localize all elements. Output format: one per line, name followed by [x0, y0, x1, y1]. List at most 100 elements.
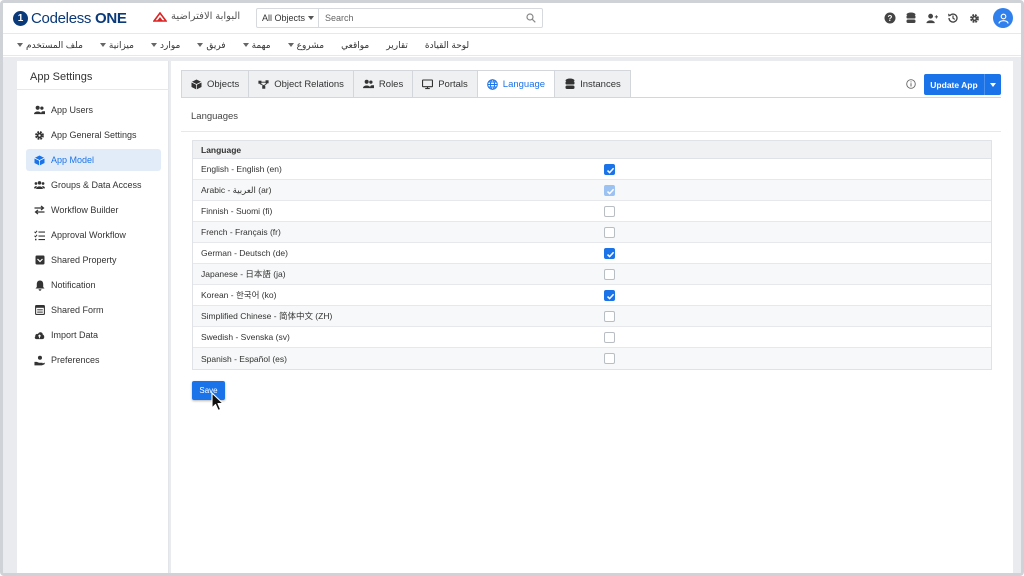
language-name: Arabic - العربية (ar) — [201, 184, 272, 195]
cube-icon — [34, 155, 45, 166]
language-checkbox[interactable] — [604, 290, 615, 301]
sidebar-item-app-general-settings[interactable]: App General Settings — [26, 124, 161, 146]
nav-item[interactable]: ملف المستخدم — [17, 40, 83, 51]
language-checkbox[interactable] — [604, 332, 615, 343]
tab-instances[interactable]: Instances — [554, 70, 631, 98]
app-window: 1 Codeless ONE البوابة الافتراضية All Ob… — [0, 0, 1024, 576]
global-search: All Objects — [256, 8, 543, 28]
sidebar-item-app-users[interactable]: App Users — [26, 99, 161, 121]
sidebar-item-workflow-builder[interactable]: Workflow Builder — [26, 199, 161, 221]
nav-item[interactable]: موارد — [150, 40, 180, 51]
gear-icon — [34, 130, 45, 141]
update-app-button: Update App — [924, 74, 1001, 95]
language-name: Spanish - Español (es) — [201, 353, 287, 364]
nav-item-label: تقارير — [386, 39, 408, 50]
nav-item[interactable]: مهمة — [242, 39, 271, 51]
language-name: German - Deutsch (de) — [201, 248, 288, 258]
nav-item[interactable]: مشروع — [287, 40, 324, 51]
update-app-main[interactable]: Update App — [924, 74, 985, 95]
tab-objects[interactable]: Objects — [181, 70, 249, 98]
language-checkbox[interactable] — [604, 164, 615, 175]
nav-item[interactable]: مواقعي — [341, 40, 369, 51]
history-icon[interactable] — [947, 12, 959, 24]
arrows-icon — [34, 205, 45, 216]
language-name: Simplified Chinese - 简体中文 (ZH) — [201, 311, 333, 321]
cube-icon — [191, 79, 202, 90]
sidebar-title: App Settings — [30, 71, 93, 83]
tab-language[interactable]: Language — [476, 70, 555, 98]
language-checkbox[interactable] — [604, 353, 615, 364]
tab-label: Roles — [378, 78, 404, 90]
sidebar-item-groups-data-access[interactable]: Groups & Data Access — [26, 174, 161, 196]
sidebar-item-import-data[interactable]: Import Data — [26, 324, 161, 346]
table-row: Simplified Chinese - 简体中文 (ZH) — [193, 306, 991, 327]
language-checkbox[interactable] — [604, 248, 615, 259]
logo-text: Codeless ONE — [31, 10, 127, 27]
svg-text:?: ? — [888, 14, 893, 23]
table-row: Spanish - Español (es) — [193, 348, 991, 369]
logo-text-main: Codeless — [31, 10, 92, 27]
app-logo[interactable]: 1 Codeless ONE — [13, 10, 127, 27]
language-checkbox[interactable] — [604, 311, 615, 322]
nav-item-label: مهمة — [251, 39, 271, 50]
language-checkbox[interactable] — [604, 269, 615, 280]
model-tabs: Objects Object Relations Roles Portals Langu… — [181, 70, 631, 98]
bell-icon — [34, 280, 45, 291]
tab-object-relations[interactable]: Object Relations — [248, 70, 353, 98]
help-icon[interactable]: ? — [884, 12, 896, 24]
chevron-down-icon — [242, 43, 249, 47]
portal-logo-icon — [153, 11, 167, 22]
tab-roles[interactable]: Roles — [352, 70, 413, 98]
nav-item[interactable]: تقارير — [386, 40, 408, 51]
table-row: Korean - 한국어 (ko) — [193, 285, 991, 306]
sidebar-item-preferences[interactable]: Preferences — [26, 349, 161, 371]
monitor-icon — [422, 78, 434, 90]
check-icon — [606, 188, 615, 195]
table-row: English - English (en) — [193, 159, 991, 180]
tabs-divider — [181, 97, 1001, 98]
search-icon[interactable] — [520, 13, 542, 23]
nav-item[interactable]: لوحة القيادة — [425, 40, 469, 51]
table-header: Language — [193, 141, 991, 159]
chevron-down-icon — [308, 16, 315, 20]
search-input[interactable] — [319, 13, 520, 23]
nav-items: لوحة القيادة تقارير مواقعي مشروع مهمة فريق موا… — [17, 34, 469, 56]
tab-label: Language — [502, 78, 546, 90]
column-header-language: Language — [201, 144, 242, 155]
header-actions: ? — [884, 8, 1013, 28]
sidebar-item-label: Approval Workflow — [51, 230, 126, 240]
tab-label: Instances — [580, 78, 621, 90]
language-checkbox[interactable] — [604, 206, 615, 217]
chevron-down-icon — [99, 43, 106, 47]
language-checkbox[interactable] — [604, 227, 615, 238]
tab-label: Object Relations — [274, 78, 344, 90]
mouse-cursor-icon — [211, 392, 224, 412]
chevron-down-icon — [17, 43, 23, 47]
tab-portals[interactable]: Portals — [412, 70, 477, 98]
settings-gear-icon[interactable] — [968, 12, 980, 24]
info-icon[interactable] — [906, 79, 916, 89]
sidebar-item-app-model[interactable]: App Model — [26, 149, 161, 171]
add-user-icon[interactable] — [926, 12, 938, 24]
portal-selector[interactable]: البوابة الافتراضية — [153, 11, 240, 22]
table-row: German - Deutsch (de) — [193, 243, 991, 264]
sidebar-item-notification[interactable]: Notification — [26, 274, 161, 296]
database-icon[interactable] — [905, 12, 917, 24]
search-scope-label: All Objects — [262, 13, 306, 23]
nav-item[interactable]: فريق — [197, 40, 226, 51]
nav-item[interactable]: ميزانية — [99, 40, 134, 51]
group-icon — [34, 180, 45, 191]
update-app-dropdown[interactable] — [985, 74, 1001, 95]
settings-sidebar: App Settings App Users App General Settin… — [17, 61, 169, 573]
logo-mark: 1 — [13, 11, 28, 26]
sidebar-item-approval-workflow[interactable]: Approval Workflow — [26, 224, 161, 246]
search-scope-dropdown[interactable]: All Objects — [257, 9, 319, 27]
users-icon — [362, 79, 374, 90]
sidebar-item-label: App Users — [51, 105, 94, 115]
sidebar-item-shared-form[interactable]: Shared Form — [26, 299, 161, 321]
user-avatar[interactable] — [993, 8, 1013, 28]
check-icon — [606, 251, 615, 258]
checklist-icon — [34, 230, 45, 241]
sidebar-item-shared-property[interactable]: Shared Property — [26, 249, 161, 271]
section-title: Languages — [191, 111, 239, 122]
